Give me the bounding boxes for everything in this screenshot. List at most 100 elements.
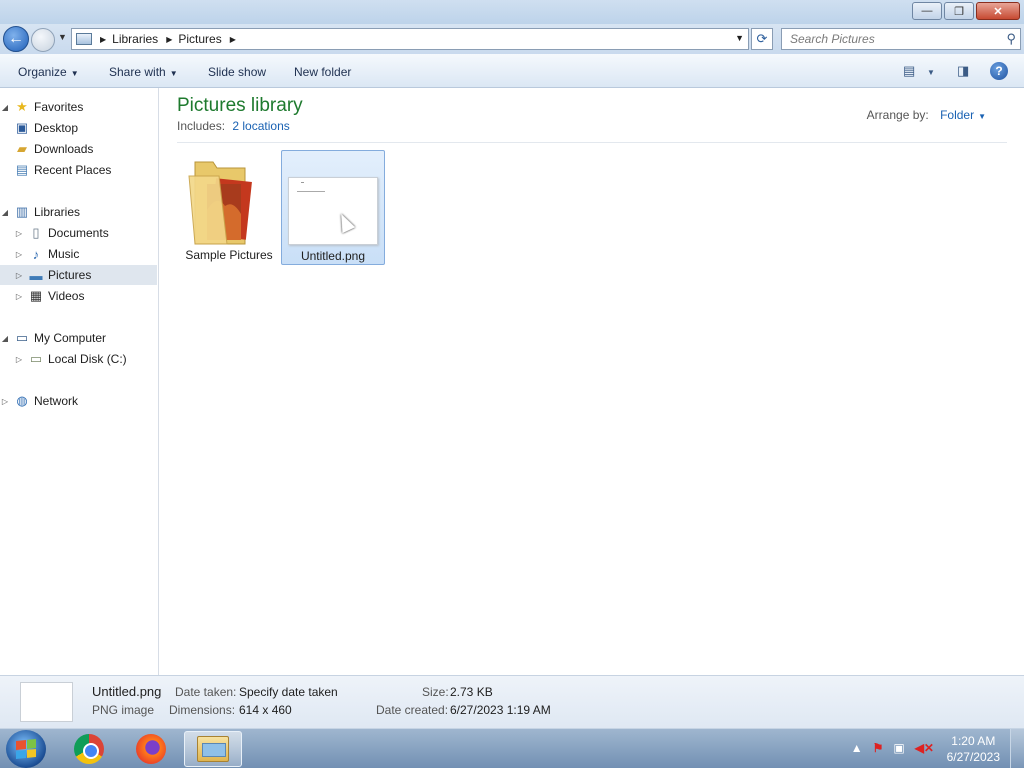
date-created-label: Date created:	[376, 703, 449, 717]
start-button[interactable]	[6, 730, 46, 768]
star-icon: ★	[16, 99, 28, 114]
show-desktop-button[interactable]	[1010, 729, 1024, 768]
nav-network[interactable]: ▷ ◍ Network	[0, 391, 157, 411]
nav-label: Recent Places	[34, 163, 112, 177]
forward-button[interactable]	[31, 28, 55, 52]
file-item-untitled-png[interactable]: Untitled.png	[281, 150, 385, 265]
nav-my-computer[interactable]: ◢ ▭ My Computer	[0, 328, 157, 348]
volume-muted-icon[interactable]: ◀✕	[915, 741, 934, 755]
size-label: Size:	[422, 685, 449, 699]
nav-label: Desktop	[34, 121, 79, 135]
nav-local-disk[interactable]: ▷ ▭ Local Disk (C:)	[0, 349, 157, 369]
nav-pictures[interactable]: ▷ ▬ Pictures	[0, 265, 157, 285]
nav-desktop[interactable]: ▣ Desktop	[0, 118, 157, 138]
expand-icon[interactable]: ▷	[14, 229, 24, 238]
organize-button[interactable]: Organize ▼	[18, 65, 79, 79]
taskbar-firefox[interactable]	[122, 731, 180, 767]
date-created-value: 6/27/2023 1:19 AM	[450, 703, 551, 717]
nav-label: My Computer	[34, 331, 107, 345]
nav-label: Network	[34, 394, 79, 408]
includes-locations-link[interactable]: 2 locations	[232, 119, 289, 133]
chevron-down-icon[interactable]: ▼	[978, 112, 986, 121]
nav-label: Downloads	[34, 142, 94, 156]
new-folder-button[interactable]: New folder	[294, 65, 351, 79]
view-options-dropdown-icon[interactable]: ▼	[927, 68, 935, 77]
computer-icon: ▭	[15, 330, 29, 345]
date-taken-value[interactable]: Specify date taken	[239, 685, 338, 699]
videos-icon: ▦	[29, 288, 43, 303]
nav-label: Favorites	[34, 100, 84, 114]
action-center-flag-icon[interactable]: ⚑	[873, 741, 884, 755]
search-icon[interactable]: ⚲	[1006, 31, 1016, 47]
nav-label: Libraries	[34, 205, 81, 219]
nav-label: Pictures	[48, 268, 92, 282]
change-view-icon[interactable]: ▤	[903, 63, 915, 79]
taskbar-chrome[interactable]	[60, 731, 118, 767]
downloads-folder-icon: ▰	[17, 141, 27, 156]
refresh-button[interactable]: ⟳	[751, 28, 773, 50]
expand-icon[interactable]: ▷	[14, 292, 24, 301]
expand-icon[interactable]: ▷	[14, 355, 24, 364]
arrange-by-label: Arrange by:	[866, 108, 929, 122]
command-bar: Organize ▼ Share with ▼ Slide show New fol…	[0, 54, 1024, 88]
size-value: 2.73 KB	[450, 685, 493, 699]
breadcrumb-pictures[interactable]: Pictures	[178, 32, 221, 46]
includes-label: Includes:	[177, 119, 226, 133]
arrange-by-dropdown[interactable]: Folder	[940, 108, 974, 122]
nav-favorites[interactable]: ◢ ★ Favorites	[0, 97, 157, 117]
expand-icon[interactable]: ▷	[14, 271, 24, 280]
minimize-button[interactable]: —	[912, 2, 942, 20]
back-button[interactable]: ←	[3, 26, 29, 52]
search-input[interactable]: Search Pictures ⚲	[781, 28, 1021, 50]
libraries-icon: ▥	[15, 204, 29, 219]
network-icon: ◍	[16, 393, 28, 408]
breadcrumb-separator-icon[interactable]: ▶	[166, 35, 172, 44]
refresh-icon: ⟳	[756, 31, 768, 46]
expand-icon[interactable]: ▷	[0, 397, 10, 406]
network-status-icon[interactable]: ▣	[893, 741, 904, 755]
restore-button[interactable]: ❐	[944, 2, 974, 20]
nav-documents[interactable]: ▷ ▯ Documents	[0, 223, 157, 243]
show-hidden-icons-icon[interactable]: ▲	[851, 741, 863, 755]
thumbnail-preview-icon	[297, 182, 325, 192]
chevron-down-icon: ▼	[70, 69, 79, 78]
nav-downloads[interactable]: ▰ Downloads	[0, 139, 157, 159]
explorer-icon	[197, 736, 229, 762]
navigation-pane: ◢ ★ Favorites ▣ Desktop ▰ Downloads ▤ Re…	[0, 88, 159, 675]
details-file-name: Untitled.png	[92, 684, 162, 699]
share-with-button[interactable]: Share with ▼	[109, 65, 178, 79]
nav-label: Videos	[48, 289, 85, 303]
clock-date: 6/27/2023	[946, 750, 1000, 764]
nav-recent-places[interactable]: ▤ Recent Places	[0, 160, 157, 180]
nav-libraries[interactable]: ◢ ▥ Libraries	[0, 202, 157, 222]
collapse-icon[interactable]: ◢	[0, 103, 10, 112]
nav-music[interactable]: ▷ ♪ Music	[0, 244, 157, 264]
pictures-icon: ▬	[29, 267, 43, 283]
system-tray: ▲ ⚑ ▣ ◀✕	[851, 741, 934, 755]
hard-drive-icon: ▭	[29, 351, 43, 366]
preview-pane-icon[interactable]: ◨	[957, 63, 969, 79]
close-button[interactable]: ✕	[976, 2, 1020, 20]
recent-pages-dropdown-icon[interactable]: ▼	[58, 32, 67, 42]
taskbar-explorer[interactable]	[184, 731, 242, 767]
share-with-label: Share with	[109, 65, 166, 79]
collapse-icon[interactable]: ◢	[0, 334, 10, 343]
breadcrumb-separator-icon[interactable]: ▶	[230, 35, 236, 44]
details-pane: Untitled.png PNG image Date taken: Speci…	[0, 675, 1024, 728]
slide-show-button[interactable]: Slide show	[208, 65, 266, 79]
windows-logo-icon	[16, 738, 36, 760]
selected-file-thumbnail	[20, 682, 73, 722]
address-dropdown-icon[interactable]: ▼	[735, 33, 744, 43]
help-button[interactable]: ?	[990, 62, 1008, 80]
clock[interactable]: 1:20 AM 6/27/2023	[947, 733, 1000, 765]
breadcrumb-separator-icon[interactable]: ▶	[100, 35, 106, 44]
libraries-folder-icon	[76, 33, 92, 45]
address-bar[interactable]: ▶ Libraries ▶ Pictures ▶ ▼	[71, 28, 749, 50]
nav-videos[interactable]: ▷ ▦ Videos	[0, 286, 157, 306]
breadcrumb-libraries[interactable]: Libraries	[112, 32, 158, 46]
expand-icon[interactable]: ▷	[14, 250, 24, 259]
collapse-icon[interactable]: ◢	[0, 208, 10, 217]
clock-time: 1:20 AM	[951, 734, 996, 748]
file-item-sample-pictures[interactable]: Sample Pictures	[177, 150, 281, 265]
organize-label: Organize	[18, 65, 67, 79]
